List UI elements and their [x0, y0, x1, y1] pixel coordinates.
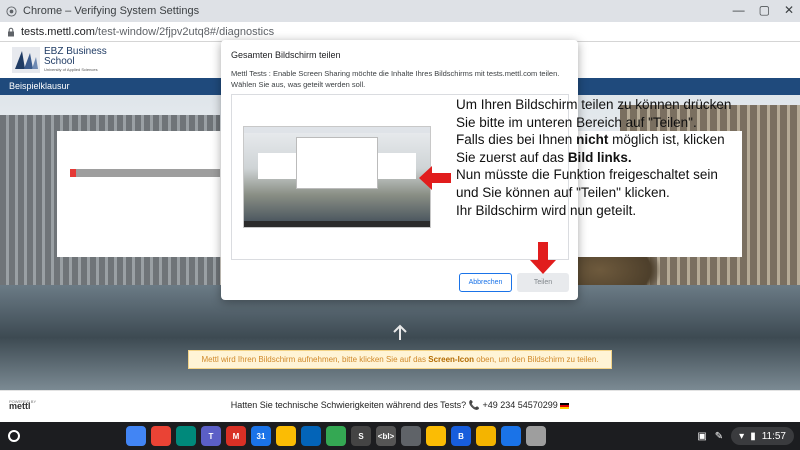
instr-line-1: Um Ihren Bildschirm teilen zu können drü…: [456, 97, 732, 112]
instr-l3c: möglich ist, klicken: [608, 132, 725, 148]
window-title: Chrome – Verifying System Settings: [23, 5, 200, 17]
lock-icon[interactable]: [6, 27, 16, 37]
instructions-text: Um Ihren Bildschirm teilen zu können drü…: [456, 96, 786, 219]
slides-icon[interactable]: [476, 426, 496, 446]
instr-line-3: Falls dies bei Ihnen nicht möglich ist, …: [456, 131, 786, 149]
pen-icon[interactable]: ✎: [715, 431, 723, 442]
ebz-logo-icon: [12, 47, 40, 73]
progress-fill: [70, 169, 76, 177]
keep-icon[interactable]: [426, 426, 446, 446]
progress-bar: [70, 169, 220, 177]
brand-subtitle: University of Applied Sciences: [44, 67, 98, 72]
instr-line-7: Ihr Bildschirm wird nun geteilt.: [456, 202, 637, 218]
status-area[interactable]: ▾ ▮ 11:57: [731, 427, 794, 445]
german-flag-icon: [560, 402, 570, 409]
instr-l3a: Falls dies bei Ihnen: [456, 132, 577, 148]
instr-line-4: Sie zuerst auf das Bild links.: [456, 149, 786, 167]
window-titlebar: Chrome – Verifying System Settings — ▢ ✕: [0, 0, 800, 22]
bitwarden-icon[interactable]: B: [451, 426, 471, 446]
calculator-icon[interactable]: [401, 426, 421, 446]
shield-icon[interactable]: [501, 426, 521, 446]
brand-line2: School: [44, 56, 75, 67]
chrome-icon[interactable]: [151, 426, 171, 446]
banner-bold: Screen-Icon: [428, 355, 475, 364]
instr-l3b: nicht: [576, 132, 609, 148]
url-host: tests.mettl.com: [21, 25, 95, 38]
system-tray: ▣ ✎ ▾ ▮ 11:57: [697, 427, 794, 445]
meet-icon[interactable]: [176, 426, 196, 446]
exam-name: Beispielklausur: [9, 81, 70, 91]
shelf-apps: T M 31 S <bl> B: [126, 426, 546, 446]
code-icon[interactable]: <bl>: [376, 426, 396, 446]
chromeos-shelf: T M 31 S <bl> B ▣ ✎ ▾ ▮ 11:57: [0, 422, 800, 450]
play-icon[interactable]: [326, 426, 346, 446]
chrome-icon: [6, 5, 17, 17]
arrow-left-icon: [419, 166, 451, 190]
instr-line-5: Nun müsste die Funktion freigeschaltet s…: [456, 167, 718, 183]
dialog-title: Gesamten Bildschirm teilen: [231, 50, 341, 60]
teams-icon[interactable]: T: [201, 426, 221, 446]
instr-line-2: Sie bitte im unteren Bereich auf "Teilen…: [456, 114, 697, 130]
maximize-icon[interactable]: ▢: [759, 3, 770, 17]
page-footer: POWERED BY mettl Hatten Sie technische S…: [0, 390, 800, 422]
url-path: /test-window/2fjpv2utq8#/diagnostics: [94, 25, 275, 38]
arrow-down-icon: [530, 242, 556, 274]
drive-icon[interactable]: [276, 426, 296, 446]
support-line: Hatten Sie technische Schwierigkeiten wä…: [0, 400, 800, 411]
files-icon[interactable]: [126, 426, 146, 446]
window-controls: — ▢ ✕: [733, 3, 794, 17]
banner-text: Mettl wird Ihren Bildschirm aufnehmen, b…: [201, 355, 429, 364]
support-phone[interactable]: +49 234 54570299: [482, 400, 557, 410]
close-icon[interactable]: ✕: [784, 3, 794, 17]
support-text: Hatten Sie technische Schwierigkeiten wä…: [230, 400, 467, 410]
calendar-icon[interactable]: 31: [251, 426, 271, 446]
s-app-icon[interactable]: S: [351, 426, 371, 446]
instr-l4b: Bild links.: [567, 149, 632, 165]
wifi-icon: ▾: [739, 430, 745, 442]
launcher-icon[interactable]: [8, 430, 20, 442]
banner-text-end: oben, um den Bildschirm zu teilen.: [474, 355, 599, 364]
clock: 11:57: [761, 430, 786, 442]
dialog-description: Mettl Tests : Enable Screen Sharing möch…: [231, 69, 560, 89]
onedrive-icon[interactable]: [301, 426, 321, 446]
minimize-icon[interactable]: —: [733, 3, 745, 17]
gmail-icon[interactable]: M: [226, 426, 246, 446]
phone-icon: 📞: [468, 400, 480, 410]
cancel-button[interactable]: Abbrechen: [459, 273, 512, 292]
instr-line-6: und Sie können auf "Teilen" klicken.: [456, 184, 670, 200]
scroll-up-icon[interactable]: [391, 324, 409, 342]
screen-share-banner: Mettl wird Ihren Bildschirm aufnehmen, b…: [188, 350, 612, 369]
address-bar[interactable]: tests.mettl.com/test-window/2fjpv2utq8#/…: [0, 22, 800, 42]
screen-thumbnail[interactable]: [243, 126, 431, 228]
battery-icon: ▮: [750, 430, 756, 442]
instr-l4a: Sie zuerst auf das: [456, 149, 568, 165]
ebz-brand: EBZ Business School University of Applie…: [44, 47, 107, 73]
screenshot-icon[interactable]: ▣: [697, 431, 706, 442]
share-button[interactable]: Teilen: [517, 273, 569, 292]
puzzle-icon[interactable]: [526, 426, 546, 446]
